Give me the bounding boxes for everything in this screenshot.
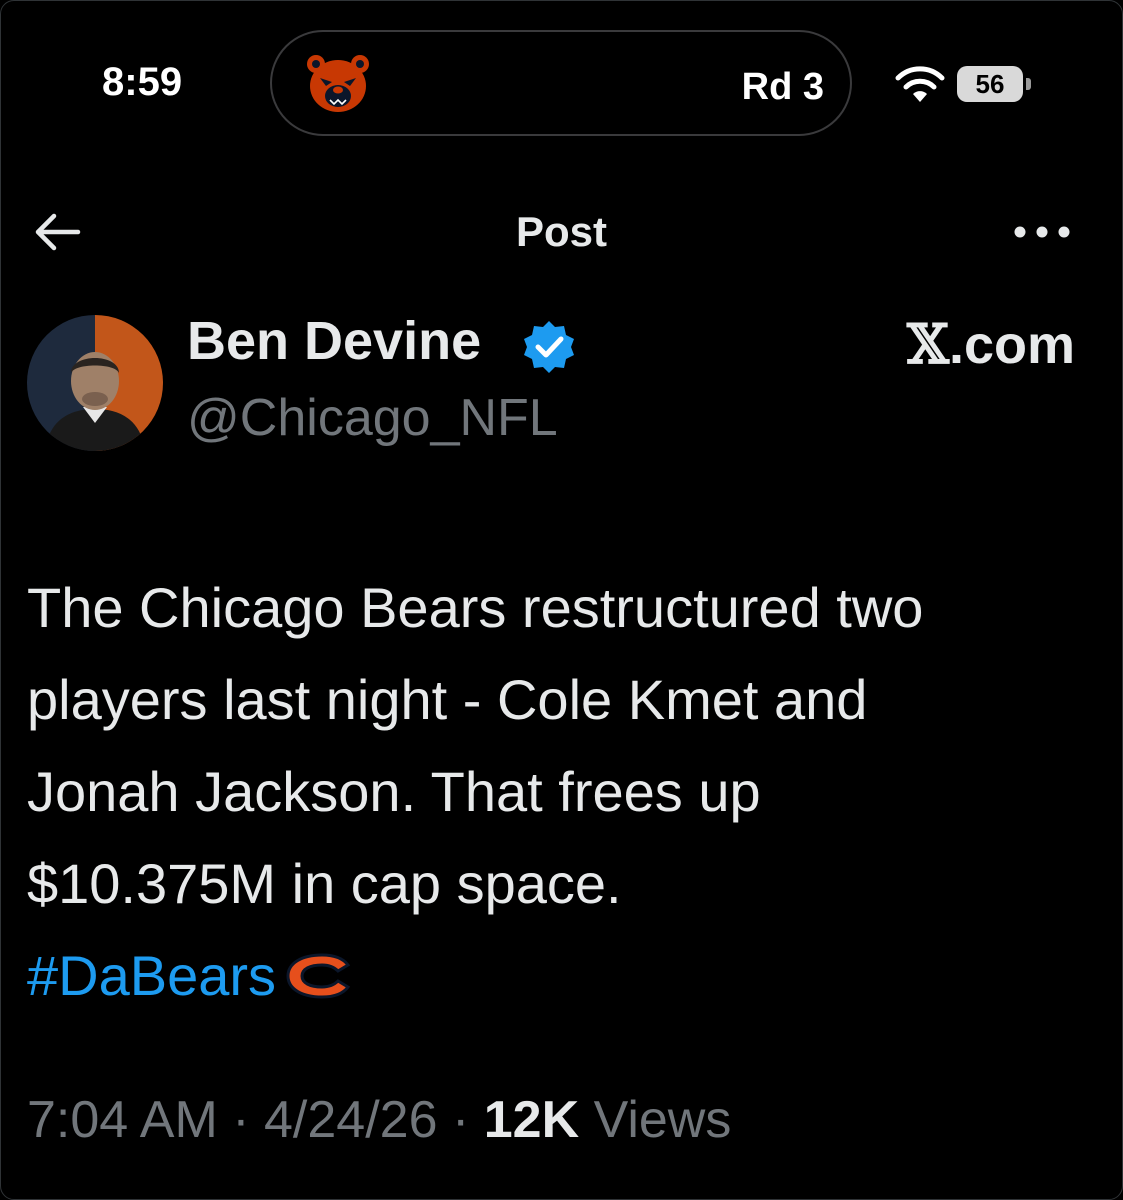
wifi-icon — [895, 66, 945, 102]
source-domain: .com — [948, 315, 1075, 375]
post-line: players last night - Cole Kmet and — [27, 668, 868, 731]
post-text: The Chicago Bears restructured two playe… — [27, 562, 1107, 1022]
views-count[interactable]: 12K — [484, 1091, 579, 1149]
post-line: The Chicago Bears restructured two — [27, 576, 924, 639]
page-title: Post — [515, 208, 607, 255]
post-date: 4/24/26 — [264, 1091, 438, 1149]
more-options-icon[interactable] — [1012, 222, 1072, 242]
meta-separator: · — [437, 1091, 484, 1149]
avatar[interactable] — [27, 315, 163, 451]
status-time: 8:59 — [102, 60, 183, 104]
battery-tip — [1026, 78, 1031, 90]
meta-separator: · — [217, 1091, 265, 1149]
battery-icon: 56 — [957, 66, 1023, 102]
live-activity-label: Rd 3 — [741, 66, 824, 108]
battery-level: 56 — [975, 68, 1005, 99]
post-meta: 7:04 AM · 4/24/26 · 12K Views — [27, 1090, 731, 1150]
live-activity-island[interactable]: Rd 3 — [270, 30, 852, 136]
hashtag-link[interactable]: #DaBears — [27, 944, 276, 1007]
bears-logo-icon — [307, 55, 369, 112]
post-time: 7:04 AM — [27, 1091, 218, 1149]
post-line: $10.375M in cap space. — [27, 852, 622, 915]
author-handle[interactable]: @Chicago_NFL — [187, 388, 558, 448]
bears-c-logo-icon — [286, 953, 351, 999]
views-label: Views — [593, 1091, 732, 1149]
verified-badge-icon — [524, 321, 574, 373]
source-label: 𝕏.com — [907, 312, 1075, 376]
hashtag-line: #DaBears — [27, 930, 1107, 1022]
author-name[interactable]: Ben Devine — [187, 310, 481, 372]
x-logo: 𝕏 — [907, 312, 949, 376]
post-line: Jonah Jackson. That frees up — [27, 760, 761, 823]
avatar-image — [27, 315, 163, 451]
